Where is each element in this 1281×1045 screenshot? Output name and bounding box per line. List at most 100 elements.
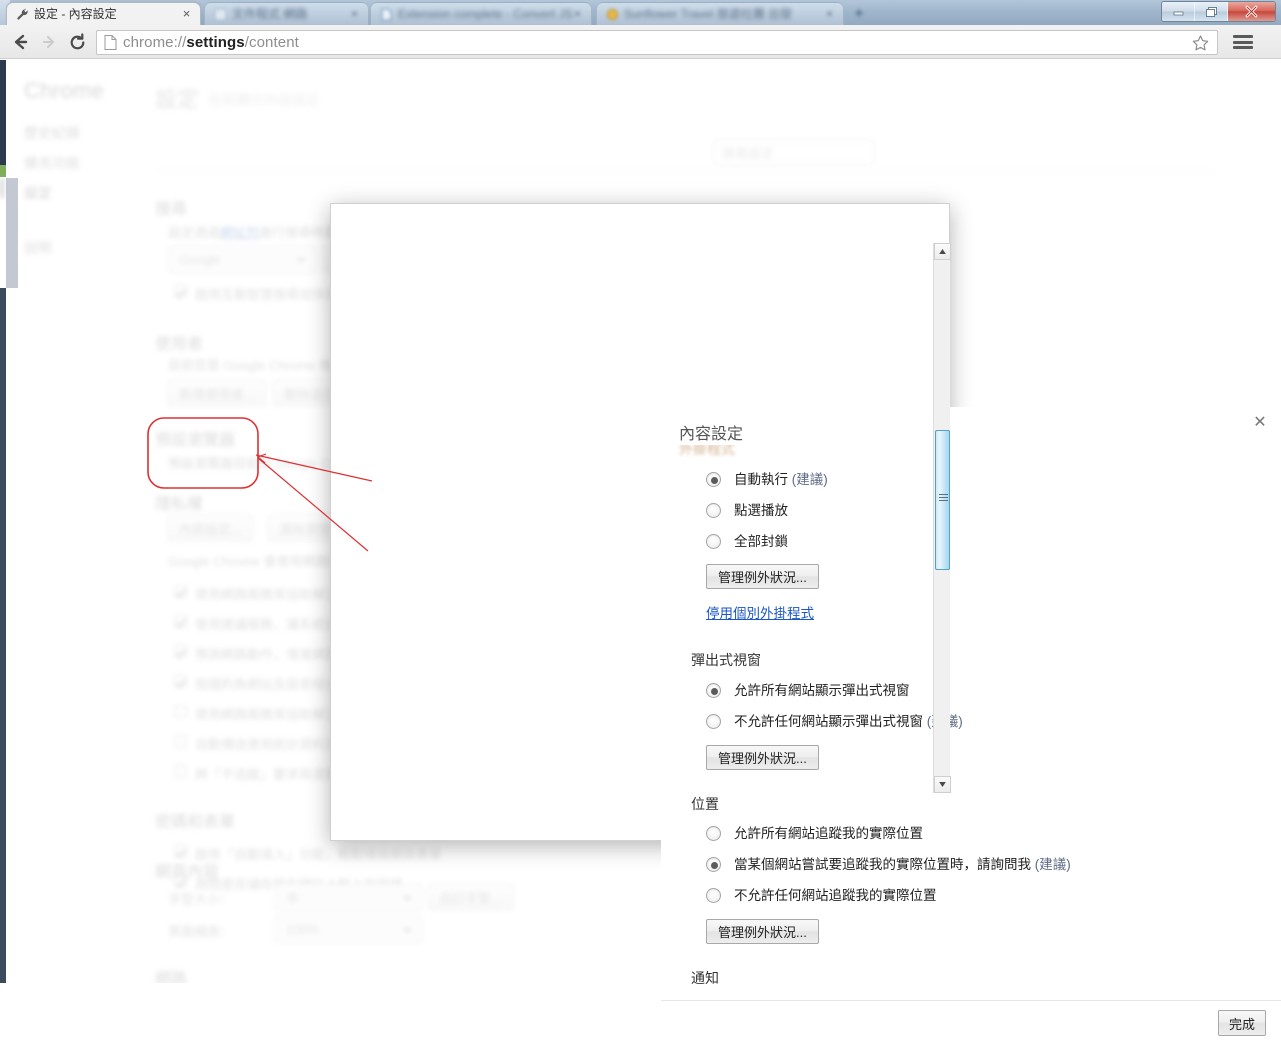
radio-button [706, 472, 721, 487]
section-title-privacy: 隱私權 [155, 496, 204, 513]
tab-close-button[interactable]: × [822, 7, 837, 22]
search-desc-pre: 設定透過 [168, 225, 221, 240]
search-settings-placeholder: 搜尋設定 [722, 146, 775, 161]
add-user-button[interactable]: 新增使用者... [168, 380, 266, 406]
checkbox-box [174, 585, 187, 598]
plugins-radio-click-to-play[interactable]: 點選播放 [706, 503, 788, 519]
sidebar-item-help[interactable]: 說明 [24, 238, 52, 258]
close-icon[interactable]: ✕ [1249, 412, 1271, 434]
radio-hint: (建議) [791, 472, 828, 487]
disable-individual-plugins-link[interactable]: 停用個別外掛程式 [706, 602, 814, 622]
tab-background-3[interactable]: Sunflower Travel 旅遊社團 出發 × [596, 2, 844, 25]
popups-manage-exceptions-button[interactable]: 管理例外狀況... [706, 745, 819, 770]
font-size-select[interactable]: 中 [275, 884, 422, 911]
page-title: 設定 [155, 87, 200, 112]
radio-button [706, 683, 721, 698]
dialog-footer: 完成 [661, 1000, 1281, 1045]
bookmark-star-icon[interactable] [1191, 34, 1210, 53]
location-manage-exceptions-button[interactable]: 管理例外狀況... [706, 919, 819, 944]
address-bar[interactable]: chrome://settings/content [96, 30, 1218, 55]
checkbox-label: 阻擋釣魚網站及惡意程式 [195, 677, 339, 692]
section-title-network: 網路 [155, 971, 188, 983]
search-settings-input[interactable]: 搜尋設定 [713, 140, 874, 165]
dialog-scrollbar[interactable] [933, 243, 951, 793]
back-arrow-icon[interactable] [7, 30, 33, 54]
scroll-up-arrow-icon[interactable] [934, 243, 951, 260]
radio-label: 允許所有網站追蹤我的實際位置 [734, 826, 923, 841]
plugins-radio-block-all[interactable]: 全部封鎖 [706, 534, 788, 550]
done-button[interactable]: 完成 [1218, 1010, 1266, 1036]
plugins-section-title-clipped: 外掛程式 [679, 445, 735, 457]
scrollbar-thumb[interactable] [935, 430, 950, 570]
radio-hint: (建議) [1034, 857, 1071, 872]
popups-radio-block-all[interactable]: 不允許任何網站顯示彈出式視窗 (建議) [706, 714, 963, 730]
plugins-radio-run-automatically[interactable]: 自動執行 (建議) [706, 472, 828, 488]
location-radio-allow-all[interactable]: 允許所有網站追蹤我的實際位置 [706, 826, 923, 842]
radio-button [706, 888, 721, 903]
page-title-subtext: 目前顯示內容設定 [208, 92, 320, 108]
address-bar-link[interactable]: 網址列 [220, 225, 259, 240]
checkbox-box [174, 705, 187, 718]
reload-icon[interactable] [64, 30, 90, 54]
font-size-label: 字型大小： [168, 892, 234, 907]
sidebar-item-history[interactable]: 歷史紀錄 [24, 123, 80, 143]
radio-label: 全部封鎖 [734, 534, 788, 549]
plugins-manage-exceptions-button[interactable]: 管理例外狀況... [706, 564, 819, 589]
notifications-section-title: 通知 [691, 970, 719, 986]
tab-title: Sunflower Travel 旅遊社團 出發 [624, 7, 793, 21]
dialog-body: 外掛程式 自動執行 (建議) 點選播放 全部封鎖 管理例外狀況... 停用個別外… [661, 445, 1281, 1000]
wrench-icon [16, 8, 29, 21]
chevron-down-icon [296, 258, 306, 263]
close-window-button[interactable] [1228, 2, 1275, 21]
radio-button [706, 826, 721, 841]
checkbox-box [174, 285, 187, 298]
document-icon [380, 8, 393, 21]
minimize-button[interactable] [1162, 2, 1195, 21]
privacy-checkbox-3[interactable]: 阻擋釣魚網站及惡意程式 [174, 674, 338, 693]
content-settings-dialog: 內容設定 ✕ 外掛程式 自動執行 (建議) 點選播放 全部封鎖 管理例外狀況..… [330, 203, 1281, 1045]
tab-close-button[interactable]: × [347, 7, 362, 22]
sidebar-item-settings[interactable]: 設定 [24, 183, 52, 203]
section-title-passwords: 密碼和表單 [155, 814, 236, 831]
tab-settings[interactable]: 設定 - 內容設定 × [6, 2, 201, 25]
search-engine-select[interactable]: Google [168, 246, 316, 273]
radio-label: 自動執行 [734, 472, 788, 487]
radio-button [706, 857, 721, 872]
scroll-down-arrow-icon[interactable] [934, 776, 951, 793]
tab-close-button[interactable]: × [179, 7, 194, 22]
chevron-down-icon [402, 896, 412, 901]
checkbox-box [174, 645, 187, 658]
tab-background-2[interactable]: Extension complete - Convert JS × [370, 2, 592, 25]
tab-background-1[interactable]: 文件程式 網路 × [204, 2, 369, 25]
section-title-webcontent: 網頁內容 [155, 864, 220, 881]
checkbox-box [174, 615, 187, 628]
customize-fonts-button[interactable]: 自訂字型... [428, 884, 513, 910]
chevron-down-icon [402, 928, 412, 933]
window-caption-buttons [1161, 1, 1276, 22]
content-settings-button[interactable]: 內容設定... [168, 515, 253, 541]
checkbox-box [174, 735, 187, 748]
location-radio-ask[interactable]: 當某個網站嘗試要追蹤我的實際位置時，請詢問我 (建議) [706, 857, 1071, 873]
tab-title: 文件程式 網路 [232, 7, 308, 21]
globe-icon [606, 8, 619, 21]
forward-arrow-icon[interactable] [37, 30, 63, 54]
radio-label: 不允許任何網站顯示彈出式視窗 [734, 714, 923, 729]
tab-title: 設定 - 內容設定 [34, 7, 117, 21]
checkbox-box [174, 675, 187, 688]
hamburger-menu-icon[interactable] [1232, 33, 1254, 51]
section-title-default-browser: 預設瀏覽器 [155, 432, 236, 449]
zoom-value: 100% [286, 922, 320, 937]
tab-close-button[interactable]: × [570, 7, 585, 22]
radio-button [706, 714, 721, 729]
popups-section-title: 彈出式視窗 [691, 652, 761, 668]
new-tab-button[interactable] [850, 6, 872, 20]
zoom-label: 頁面縮放： [168, 924, 234, 939]
dialog-title: 內容設定 [679, 426, 744, 443]
popups-radio-allow-all[interactable]: 允許所有網站顯示彈出式視窗 [706, 683, 910, 699]
browser-window: 設定 - 內容設定 × 文件程式 網路 × Extension complete… [0, 0, 1281, 1045]
location-radio-block-all[interactable]: 不允許任何網站追蹤我的實際位置 [706, 888, 937, 904]
zoom-select[interactable]: 100% [275, 916, 422, 943]
section-title-search: 搜尋 [155, 201, 188, 218]
maximize-button[interactable] [1195, 2, 1228, 21]
sidebar-item-extensions[interactable]: 擴充功能 [24, 153, 80, 173]
